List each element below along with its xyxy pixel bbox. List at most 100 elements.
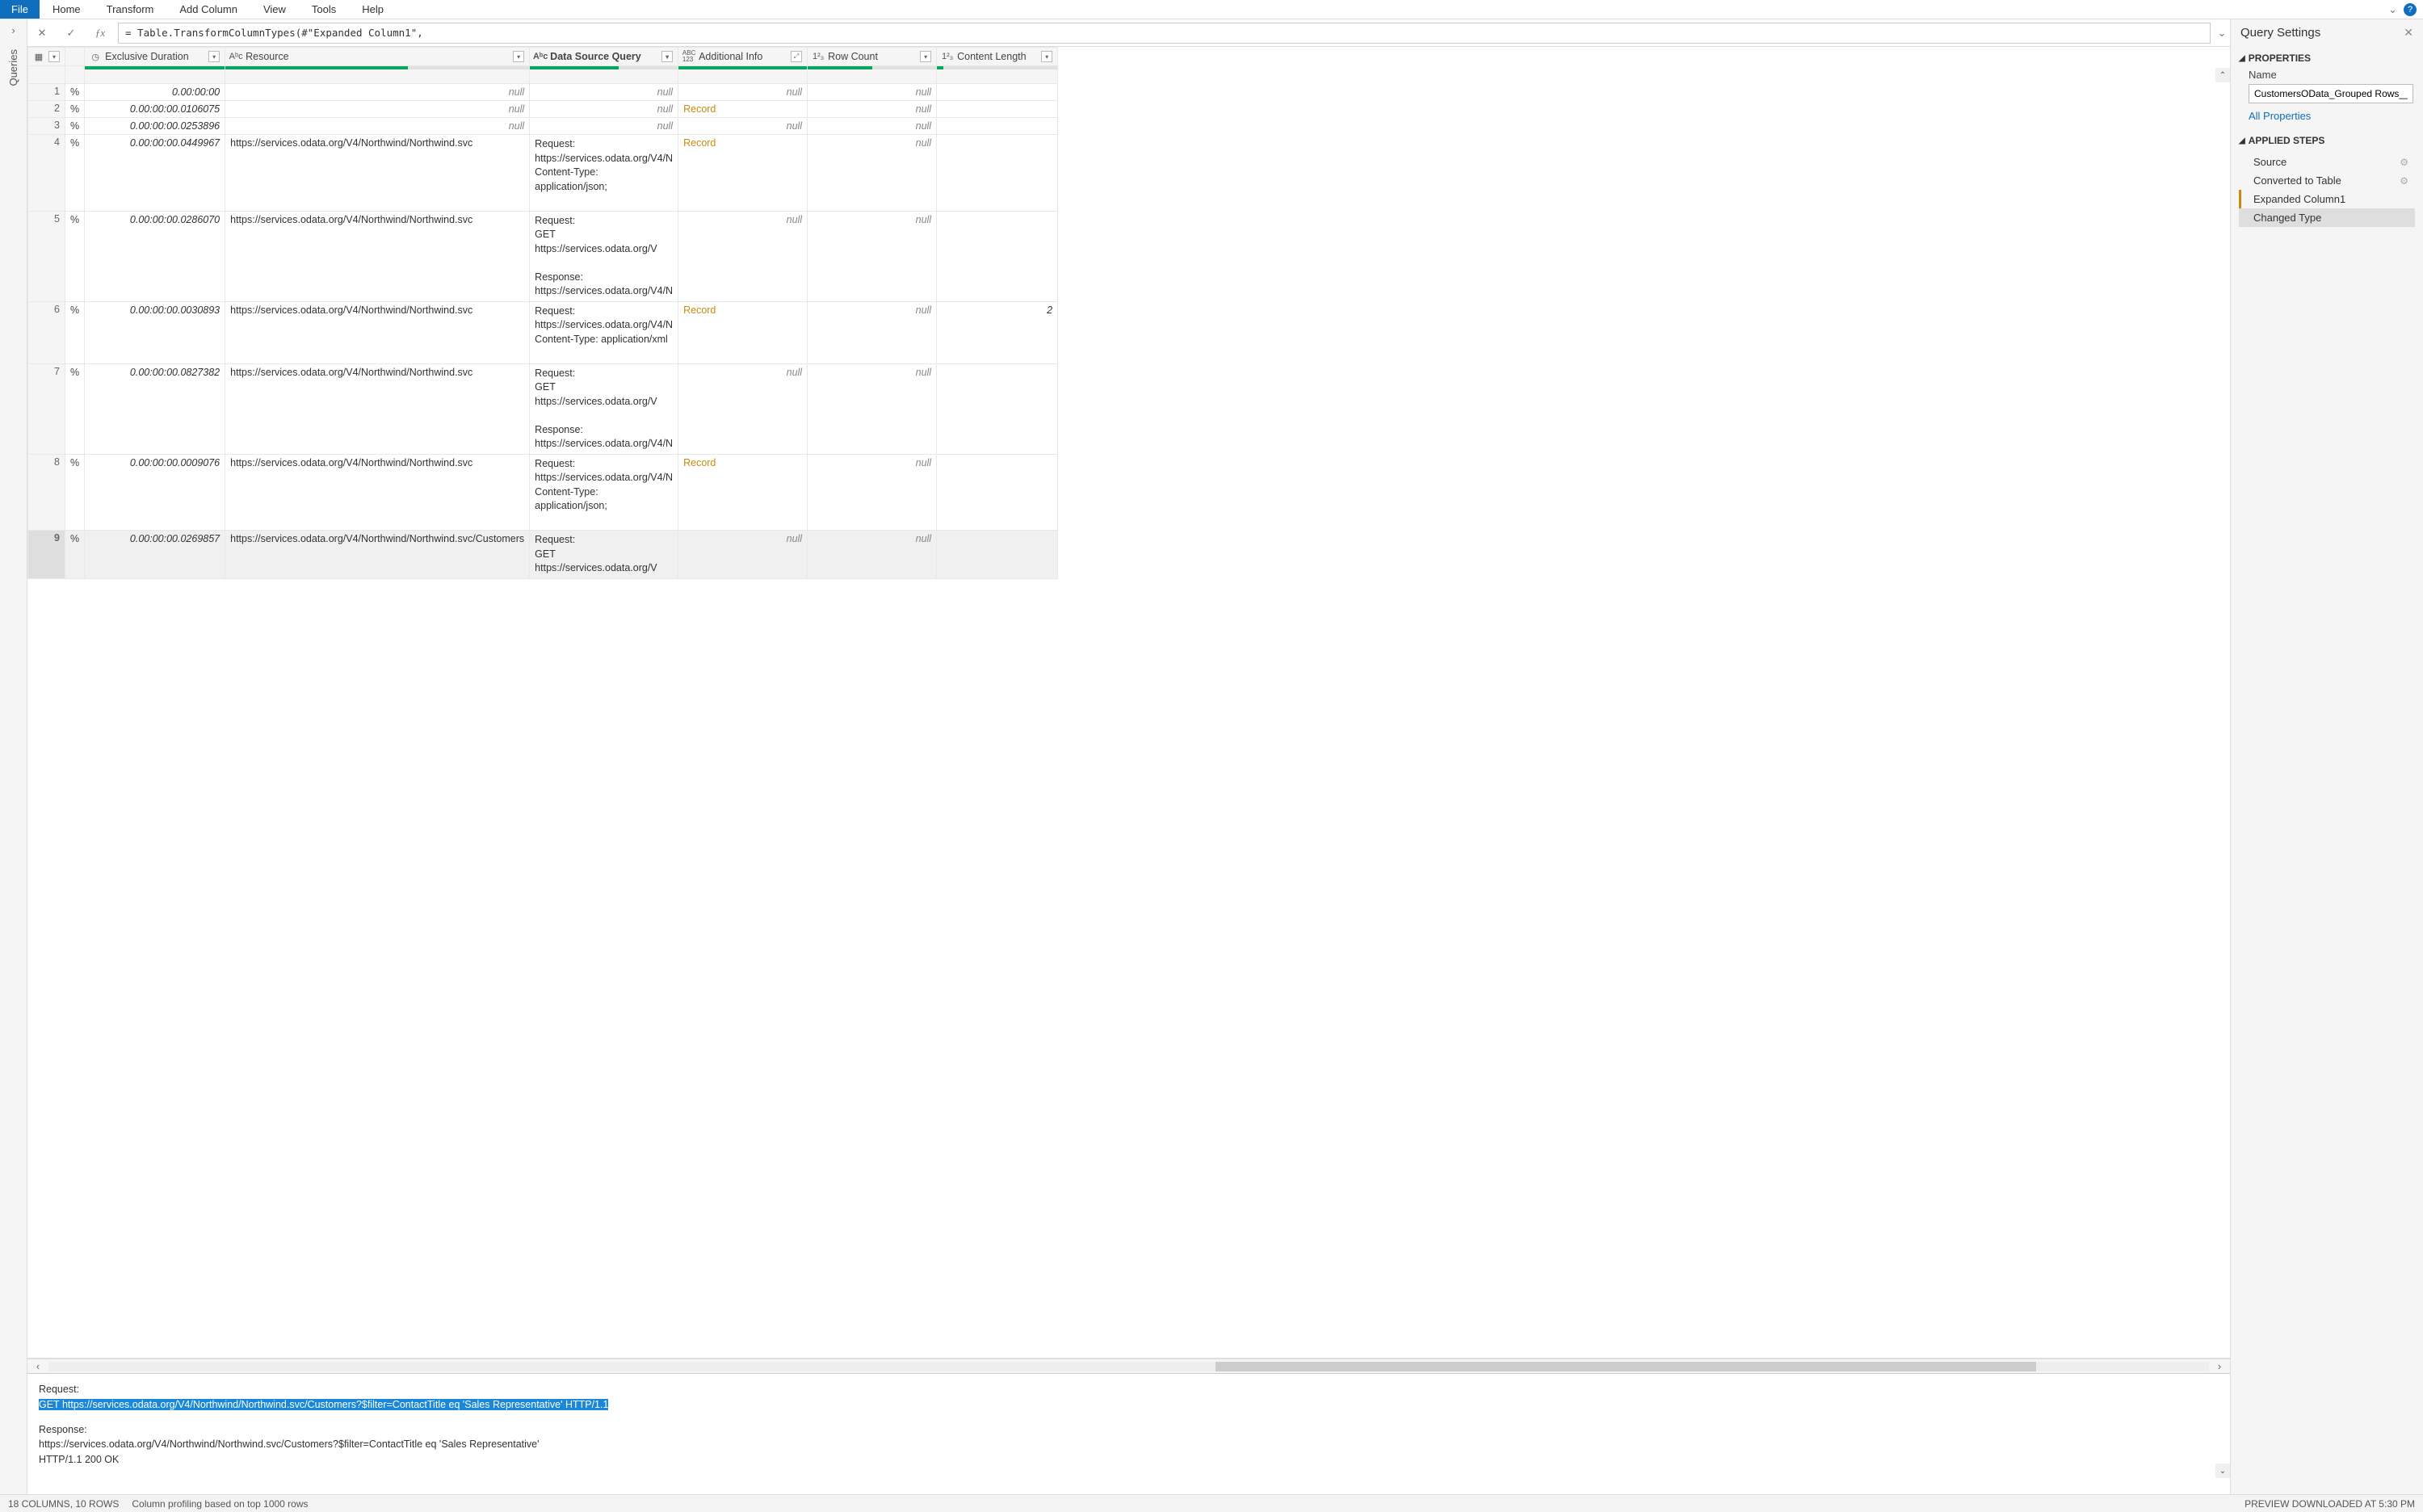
row-number[interactable]: 8 bbox=[28, 454, 65, 531]
gear-icon[interactable]: ⚙ bbox=[2400, 175, 2408, 187]
cell-additional-info[interactable]: Record bbox=[678, 101, 808, 118]
table-row[interactable]: 4%0.00:00:00.0449967https://services.oda… bbox=[28, 135, 1058, 212]
cell-data-source-query[interactable]: Request: https://services.odata.org/V4/N… bbox=[530, 135, 678, 212]
cell-resource[interactable]: https://services.odata.org/V4/Northwind/… bbox=[225, 211, 530, 301]
step-expanded-column1[interactable]: Expanded Column1 bbox=[2239, 190, 2415, 208]
cell-duration[interactable]: 0.00:00:00.0827382 bbox=[85, 363, 225, 454]
col-resource[interactable]: AᵇcResource▾ bbox=[225, 48, 530, 66]
grid[interactable]: ▦▾ ◷Exclusive Duration▾ AᵇcResource▾ Aᵇc… bbox=[27, 47, 2230, 1359]
row-number[interactable]: 2 bbox=[28, 101, 65, 118]
cell-resource[interactable]: https://services.odata.org/V4/Northwind/… bbox=[225, 363, 530, 454]
cell-percent[interactable]: % bbox=[65, 101, 85, 118]
cell-resource[interactable]: null bbox=[225, 118, 530, 135]
col-percent[interactable] bbox=[65, 48, 85, 66]
cell-additional-info[interactable]: Record bbox=[678, 135, 808, 212]
col-content-length[interactable]: 1²₃Content Length▾ bbox=[937, 48, 1058, 66]
properties-section-header[interactable]: ◢PROPERTIES bbox=[2239, 46, 2415, 67]
cell-content-length[interactable] bbox=[937, 531, 1058, 579]
hscroll-track[interactable] bbox=[48, 1362, 2209, 1371]
table-row[interactable]: 2%0.00:00:00.0106075nullnullRecordnull bbox=[28, 101, 1058, 118]
col-additional-info[interactable]: ABC123Additional Info⤢ bbox=[678, 48, 808, 66]
applied-steps-header[interactable]: ◢APPLIED STEPS bbox=[2239, 128, 2415, 149]
hscroll-right-icon[interactable]: › bbox=[2209, 1360, 2230, 1372]
expand-icon[interactable]: ⤢ bbox=[791, 51, 802, 62]
cell-content-length[interactable] bbox=[937, 118, 1058, 135]
cell-additional-info[interactable]: null bbox=[678, 118, 808, 135]
col-data-source-query[interactable]: AᵇcData Source Query▾ bbox=[530, 48, 678, 66]
menu-file[interactable]: File bbox=[0, 0, 40, 19]
row-number[interactable]: 7 bbox=[28, 363, 65, 454]
cell-row-count[interactable]: null bbox=[808, 531, 937, 579]
close-icon[interactable]: ✕ bbox=[2404, 26, 2413, 40]
cell-duration[interactable]: 0.00:00:00.0449967 bbox=[85, 135, 225, 212]
cell-resource[interactable]: https://services.odata.org/V4/Northwind/… bbox=[225, 454, 530, 531]
cell-percent[interactable]: % bbox=[65, 301, 85, 363]
row-number[interactable]: 9 bbox=[28, 531, 65, 579]
cell-resource[interactable]: https://services.odata.org/V4/Northwind/… bbox=[225, 135, 530, 212]
menu-tools[interactable]: Tools bbox=[299, 0, 349, 19]
queries-label[interactable]: Queries bbox=[7, 49, 19, 86]
row-number[interactable]: 6 bbox=[28, 301, 65, 363]
cell-percent[interactable]: % bbox=[65, 84, 85, 101]
cell-percent[interactable]: % bbox=[65, 135, 85, 212]
vscroll-down-icon[interactable]: ⌄ bbox=[2215, 1464, 2230, 1478]
step-changed-type[interactable]: Changed Type bbox=[2239, 208, 2415, 227]
cell-content-length[interactable] bbox=[937, 135, 1058, 212]
cell-row-count[interactable]: null bbox=[808, 118, 937, 135]
cell-resource[interactable]: https://services.odata.org/V4/Northwind/… bbox=[225, 301, 530, 363]
cell-additional-info[interactable]: null bbox=[678, 211, 808, 301]
cell-additional-info[interactable]: null bbox=[678, 363, 808, 454]
filter-icon[interactable]: ▾ bbox=[208, 51, 220, 62]
cell-additional-info[interactable]: Record bbox=[678, 454, 808, 531]
table-menu-icon[interactable]: ▾ bbox=[48, 51, 60, 62]
row-number[interactable]: 4 bbox=[28, 135, 65, 212]
menu-transform[interactable]: Transform bbox=[94, 0, 167, 19]
row-number[interactable]: 1 bbox=[28, 84, 65, 101]
table-row[interactable]: 5%0.00:00:00.0286070https://services.oda… bbox=[28, 211, 1058, 301]
hscroll-thumb[interactable] bbox=[1216, 1362, 2037, 1371]
cell-data-source-query[interactable]: Request: https://services.odata.org/V4/N… bbox=[530, 301, 678, 363]
cell-row-count[interactable]: null bbox=[808, 211, 937, 301]
filter-icon[interactable]: ▾ bbox=[661, 51, 673, 62]
cell-resource[interactable]: null bbox=[225, 101, 530, 118]
cell-content-length[interactable] bbox=[937, 211, 1058, 301]
table-row[interactable]: 8%0.00:00:00.0009076https://services.oda… bbox=[28, 454, 1058, 531]
filter-icon[interactable]: ▾ bbox=[920, 51, 931, 62]
cell-row-count[interactable]: null bbox=[808, 301, 937, 363]
cell-data-source-query[interactable]: Request: GET https://services.odata.org/… bbox=[530, 363, 678, 454]
cell-content-length[interactable] bbox=[937, 101, 1058, 118]
cell-additional-info[interactable]: null bbox=[678, 84, 808, 101]
cell-duration[interactable]: 0.00:00:00.0030893 bbox=[85, 301, 225, 363]
status-profiling[interactable]: Column profiling based on top 1000 rows bbox=[132, 1498, 308, 1510]
gear-icon[interactable]: ⚙ bbox=[2400, 157, 2408, 168]
cell-duration[interactable]: 0.00:00:00 bbox=[85, 84, 225, 101]
cell-content-length[interactable] bbox=[937, 363, 1058, 454]
cell-row-count[interactable]: null bbox=[808, 101, 937, 118]
cell-duration[interactable]: 0.00:00:00.0253896 bbox=[85, 118, 225, 135]
cell-row-count[interactable]: null bbox=[808, 135, 937, 212]
step-converted-to-table[interactable]: Converted to Table⚙ bbox=[2239, 171, 2415, 190]
table-corner[interactable]: ▦▾ bbox=[28, 48, 65, 66]
col-exclusive-duration[interactable]: ◷Exclusive Duration▾ bbox=[85, 48, 225, 66]
cell-content-length[interactable] bbox=[937, 454, 1058, 531]
row-number[interactable]: 3 bbox=[28, 118, 65, 135]
cell-duration[interactable]: 0.00:00:00.0286070 bbox=[85, 211, 225, 301]
details-request-line[interactable]: GET https://services.odata.org/V4/Northw… bbox=[39, 1399, 608, 1410]
step-source[interactable]: Source⚙ bbox=[2239, 153, 2415, 171]
cell-additional-info[interactable]: Record bbox=[678, 301, 808, 363]
table-row[interactable]: 1%0.00:00:00nullnullnullnull bbox=[28, 84, 1058, 101]
formula-cancel-button[interactable]: ✕ bbox=[27, 19, 57, 46]
cell-duration[interactable]: 0.00:00:00.0009076 bbox=[85, 454, 225, 531]
cell-row-count[interactable]: null bbox=[808, 84, 937, 101]
cell-content-length[interactable] bbox=[937, 84, 1058, 101]
row-number[interactable]: 5 bbox=[28, 211, 65, 301]
col-row-count[interactable]: 1²₃Row Count▾ bbox=[808, 48, 937, 66]
table-row[interactable]: 3%0.00:00:00.0253896nullnullnullnull bbox=[28, 118, 1058, 135]
fx-icon[interactable]: ƒx bbox=[86, 19, 115, 46]
cell-row-count[interactable]: null bbox=[808, 363, 937, 454]
cell-data-source-query[interactable]: Request: GET https://services.odata.org/… bbox=[530, 211, 678, 301]
formula-commit-button[interactable]: ✓ bbox=[57, 19, 86, 46]
menu-help[interactable]: Help bbox=[349, 0, 397, 19]
cell-duration[interactable]: 0.00:00:00.0106075 bbox=[85, 101, 225, 118]
cell-percent[interactable]: % bbox=[65, 531, 85, 579]
